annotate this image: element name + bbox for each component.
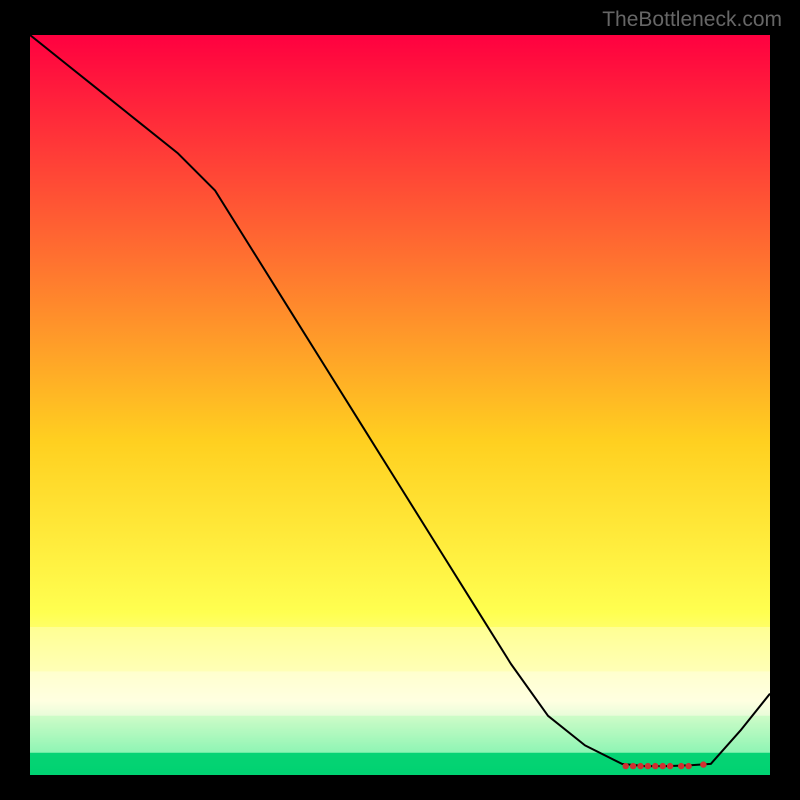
overlay-band [30,753,770,775]
chart-container: TheBottleneck.com [0,0,800,800]
data-marker [652,763,658,769]
data-marker [637,763,643,769]
chart-svg [30,35,770,775]
data-marker [623,763,629,769]
data-marker [660,763,666,769]
data-marker [678,763,684,769]
overlay-band [30,627,770,671]
data-marker [645,763,651,769]
overlay-band [30,671,770,715]
watermark-text: TheBottleneck.com [602,8,782,32]
data-marker [630,763,636,769]
data-marker [667,763,673,769]
plot-area [30,35,770,775]
data-marker [685,763,691,769]
data-marker [700,761,706,767]
overlay-band [30,716,770,753]
